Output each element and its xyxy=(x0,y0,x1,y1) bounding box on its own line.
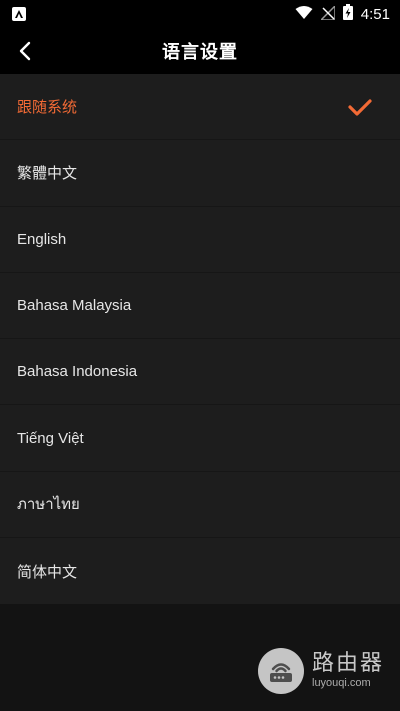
router-logo-icon xyxy=(258,648,304,694)
language-item-thai[interactable]: ภาษาไทย xyxy=(0,472,400,539)
status-bar: 4:51 xyxy=(0,0,400,28)
language-item-traditional-chinese[interactable]: 繁體中文 xyxy=(0,140,400,207)
wifi-icon xyxy=(295,5,313,24)
watermark-subtitle: luyouqi.com xyxy=(312,677,371,689)
language-label: Bahasa Malaysia xyxy=(17,297,132,315)
language-item-malay[interactable]: Bahasa Malaysia xyxy=(0,273,400,340)
back-button[interactable] xyxy=(10,36,40,66)
language-label: Tiếng Việt xyxy=(17,429,84,447)
no-sim-icon xyxy=(318,3,336,24)
page-title: 语言设置 xyxy=(162,42,238,63)
chevron-left-icon xyxy=(19,41,31,61)
language-label: English xyxy=(17,230,67,248)
language-item-english[interactable]: English xyxy=(0,207,400,273)
language-item-simplified-chinese[interactable]: 简体中文 xyxy=(0,538,400,604)
status-right: 4:51 xyxy=(295,3,390,24)
language-list: 跟随系统 繁體中文 English Bahasa Malaysia Bahasa… xyxy=(0,74,400,605)
language-label: 繁體中文 xyxy=(17,165,78,183)
language-item-vietnamese[interactable]: Tiếng Việt xyxy=(0,405,400,472)
watermark-title: 路由器 xyxy=(312,651,385,676)
language-label: Bahasa Indonesia xyxy=(17,363,138,381)
language-label: 简体中文 xyxy=(17,563,78,581)
language-item-indonesian[interactable]: Bahasa Indonesia xyxy=(0,339,400,406)
checkmark-icon xyxy=(348,99,372,116)
language-label: ภาษาไทย xyxy=(17,496,80,514)
status-time: 4:51 xyxy=(360,5,390,23)
app-notification-icon xyxy=(12,7,26,21)
language-label: 跟随系统 xyxy=(17,99,78,117)
battery-charging-icon xyxy=(342,4,353,24)
language-item-follow-system[interactable]: 跟随系统 xyxy=(0,74,400,141)
header-bar: 语言设置 xyxy=(0,28,400,74)
watermark: 路由器 luyouqi.com xyxy=(258,648,384,694)
status-left xyxy=(12,7,26,21)
watermark-text: 路由器 luyouqi.com xyxy=(312,652,384,690)
